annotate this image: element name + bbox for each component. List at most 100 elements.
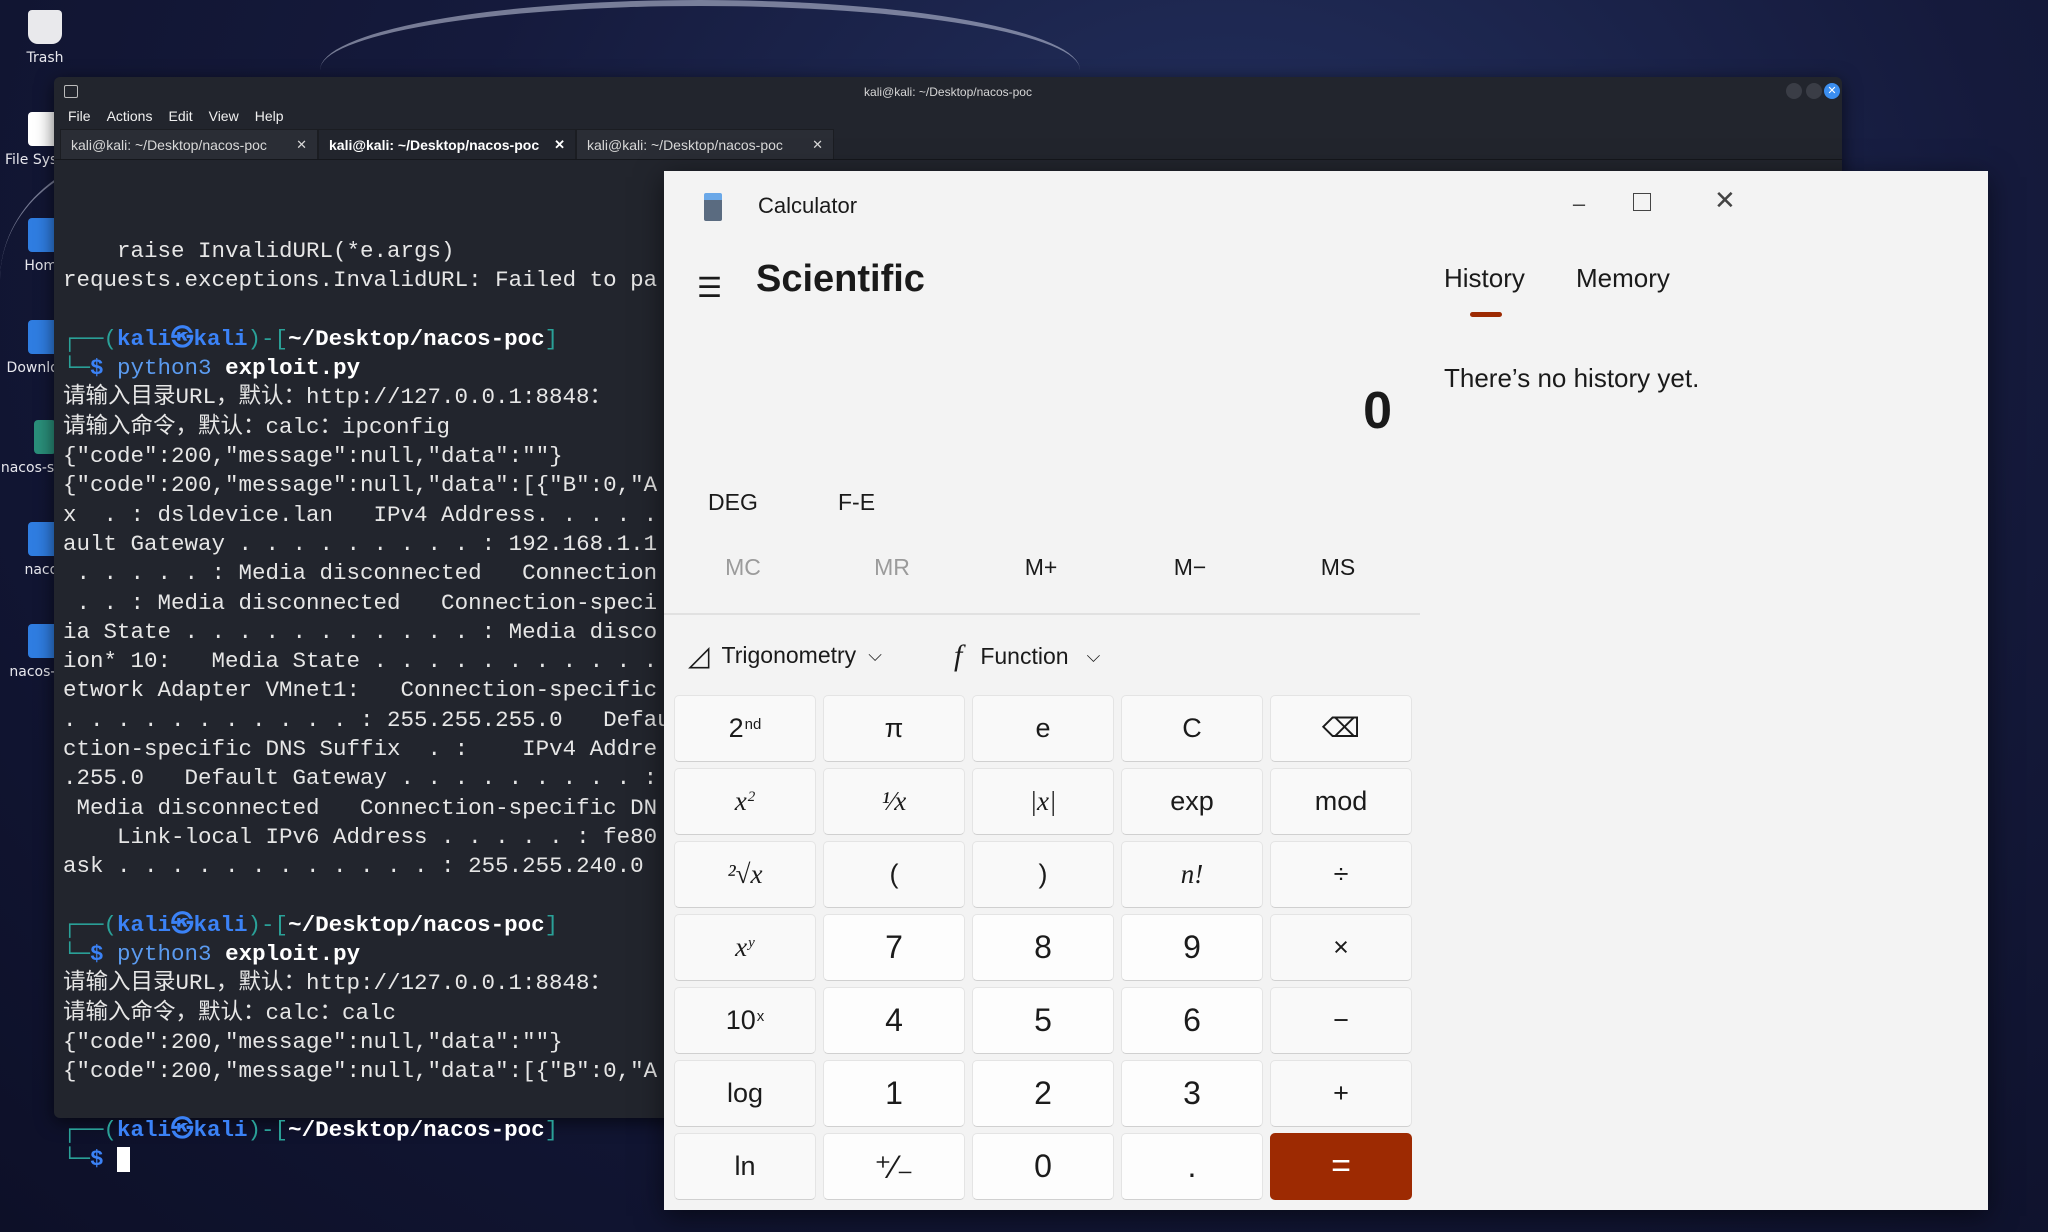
chevron-down-icon: ⌵	[1086, 645, 1101, 666]
terminal-line: ask . . . . . . . . . . . . : 255.255.24…	[63, 853, 644, 880]
key-e[interactable]: e	[972, 695, 1114, 762]
key-second[interactable]: 2nd	[674, 695, 816, 762]
key-label: ln	[734, 1151, 756, 1181]
key-clear[interactable]: C	[1121, 695, 1263, 762]
terminal-line: ault Gateway . . . . . . . . . : 192.168…	[63, 530, 658, 557]
memory-button-mplus[interactable]: M+	[991, 554, 1091, 581]
key-sqrt[interactable]: ²√x	[674, 841, 816, 908]
key-0[interactable]: 0	[972, 1133, 1114, 1200]
key-5[interactable]: 5	[972, 987, 1114, 1054]
key-8[interactable]: 8	[972, 914, 1114, 981]
fe-button[interactable]: F-E	[838, 489, 875, 516]
close-tab-icon[interactable]: ✕	[812, 137, 823, 153]
key-abs[interactable]: |x|	[972, 768, 1114, 835]
prompt-sep: )-[	[247, 1116, 289, 1143]
trigonometry-dropdown[interactable]: ◿ Trigonometry ⌵	[688, 639, 882, 672]
key-decimal[interactable]: .	[1121, 1133, 1263, 1200]
menu-help[interactable]: Help	[255, 108, 284, 124]
key-minus[interactable]: −	[1270, 987, 1412, 1054]
terminal-line: 请输入目录URL，默认：http://127.0.0.1:8848：	[63, 970, 613, 997]
close-tab-icon[interactable]: ✕	[296, 137, 307, 153]
terminal-titlebar[interactable]: kali@kali: ~/Desktop/nacos-poc ✕	[54, 77, 1842, 105]
close-button[interactable]: ✕	[1824, 83, 1840, 99]
terminal-line: └─$ python3 exploit.py	[63, 354, 763, 383]
terminal-tab[interactable]: kali@kali: ~/Desktop/nacos-poc ✕	[576, 129, 834, 159]
key-exp[interactable]: exp	[1121, 768, 1263, 835]
mode-title: Scientific	[756, 258, 925, 300]
minimize-button[interactable]	[1786, 83, 1802, 99]
terminal-line: {"code":200,"message":null,"data":""}	[63, 1029, 563, 1056]
key-equals[interactable]: =	[1270, 1133, 1412, 1200]
tab-label: kali@kali: ~/Desktop/nacos-poc	[71, 136, 267, 153]
key-3[interactable]: 3	[1121, 1060, 1263, 1127]
terminal-tab[interactable]: kali@kali: ~/Desktop/nacos-poc ✕	[60, 129, 318, 159]
key-backspace[interactable]: ⌫	[1270, 695, 1412, 762]
terminal-line: ┌──(kali㉿kali)-[~/Desktop/nacos-poc]	[63, 1116, 763, 1145]
key-1[interactable]: 1	[823, 1060, 965, 1127]
key-label: |x|	[1029, 786, 1057, 816]
angle-unit-button[interactable]: DEG	[708, 489, 758, 516]
menu-actions[interactable]: Actions	[107, 108, 153, 124]
calculator-window[interactable]: Calculator – ✕ ☰ Scientific 0 DEG F-E ◿ …	[664, 171, 1988, 1210]
key-label: +	[1333, 1078, 1349, 1108]
prompt-user: kali㉿kali	[117, 1116, 248, 1143]
terminal-line: ia State . . . . . . . . . . . : Media d…	[63, 618, 658, 645]
command-arg: exploit.py	[225, 941, 361, 968]
key-ten-power[interactable]: 10 x	[674, 987, 816, 1054]
terminal-line: 请输入命令，默认：calc：ipconfig	[63, 413, 451, 440]
hamburger-menu-icon[interactable]: ☰	[697, 271, 722, 304]
key-label: 3	[1183, 1075, 1201, 1111]
desktop-icon[interactable]: Trash	[0, 10, 90, 66]
close-button[interactable]: ✕	[1714, 185, 1736, 216]
key-plus[interactable]: +	[1270, 1060, 1412, 1127]
key-6[interactable]: 6	[1121, 987, 1263, 1054]
key-factorial[interactable]: n!	[1121, 841, 1263, 908]
key-reciprocal[interactable]: ¹⁄x	[823, 768, 965, 835]
terminal-tab[interactable]: kali@kali: ~/Desktop/nacos-poc ✕	[318, 129, 576, 159]
prompt-cwd: ~/Desktop/nacos-poc	[288, 1116, 545, 1143]
terminal-line: └─$ python3 exploit.py	[63, 940, 763, 969]
key-open-paren[interactable]: (	[823, 841, 965, 908]
terminal-cursor	[117, 1146, 131, 1172]
key-mod[interactable]: mod	[1270, 768, 1412, 835]
key-label: .	[1187, 1148, 1197, 1184]
key-log[interactable]: log	[674, 1060, 816, 1127]
key-negate[interactable]: ⁺⁄₋	[823, 1133, 965, 1200]
key-pi[interactable]: π	[823, 695, 965, 762]
key-power[interactable]: xy	[674, 914, 816, 981]
key-multiply[interactable]: ×	[1270, 914, 1412, 981]
close-tab-icon[interactable]: ✕	[554, 137, 565, 153]
key-divide[interactable]: ÷	[1270, 841, 1412, 908]
menu-view[interactable]: View	[209, 108, 239, 124]
key-label: 9	[1183, 929, 1201, 965]
key-label: ⌫	[1321, 713, 1361, 743]
terminal-line: requests.exceptions.InvalidURL: Failed t…	[63, 267, 658, 294]
tab-label: kali@kali: ~/Desktop/nacos-poc	[587, 136, 783, 153]
minimize-button[interactable]: –	[1544, 191, 1614, 221]
menu-edit[interactable]: Edit	[168, 108, 192, 124]
memory-button-mminus[interactable]: M−	[1140, 554, 1240, 581]
key-square[interactable]: x2	[674, 768, 816, 835]
key-close-paren[interactable]: )	[972, 841, 1114, 908]
function-dropdown[interactable]: f Function ⌵	[954, 639, 1100, 673]
key-9[interactable]: 9	[1121, 914, 1263, 981]
maximize-button[interactable]	[1633, 193, 1651, 211]
key-ln[interactable]: ln	[674, 1133, 816, 1200]
memory-button-ms[interactable]: MS	[1288, 554, 1388, 581]
maximize-button[interactable]	[1806, 83, 1822, 99]
key-4[interactable]: 4	[823, 987, 965, 1054]
terminal-output[interactable]: raise InvalidURL(*e.args) requests.except…	[63, 237, 763, 1175]
key-7[interactable]: 7	[823, 914, 965, 981]
terminal-title: kali@kali: ~/Desktop/nacos-poc	[864, 85, 1032, 99]
tab-history[interactable]: History	[1444, 263, 1525, 294]
display-value: 0	[1363, 382, 1392, 440]
menu-file[interactable]: File	[68, 108, 91, 124]
tab-memory[interactable]: Memory	[1576, 263, 1670, 294]
prompt-corner: ┌──(	[63, 325, 118, 352]
prompt-dollar: $	[90, 355, 118, 382]
chevron-down-icon: ⌵	[868, 645, 882, 665]
prompt-corner: └─	[63, 1146, 91, 1173]
key-2[interactable]: 2	[972, 1060, 1114, 1127]
